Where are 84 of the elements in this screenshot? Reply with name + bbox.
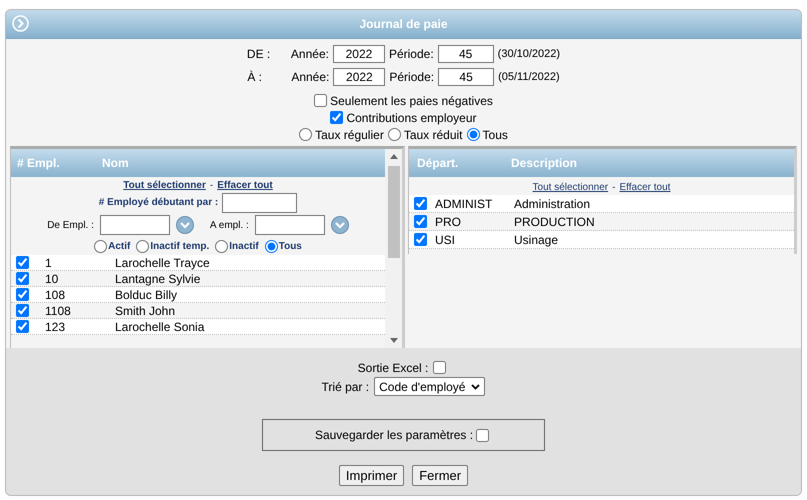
column-header: Nom (102, 156, 129, 170)
status-radio[interactable] (94, 240, 108, 252)
table-cell: Administration (514, 196, 590, 210)
column-header: # Empl. (16, 156, 61, 170)
excel-label: Sortie Excel : (358, 360, 428, 374)
row-checkbox[interactable] (16, 288, 29, 301)
period-field[interactable]: 45 (438, 68, 494, 86)
table-cell-text: 108 (44, 288, 66, 302)
rate-label: Taux régulier (315, 128, 384, 142)
table-cell: PRODUCTION (514, 214, 595, 228)
option-label: Contributions employeur (346, 110, 477, 124)
link-separator: - (612, 182, 616, 193)
table-cell-text: 1108 (44, 304, 72, 318)
table-cell: Lantagne Sylvie (115, 272, 200, 286)
print-button[interactable]: Imprimer (338, 465, 404, 486)
row-checkbox[interactable] (414, 197, 427, 210)
option-label: Seulement les paies négatives (330, 94, 493, 108)
window-title: Journal de paie (359, 17, 448, 31)
row-checkbox[interactable] (16, 256, 29, 269)
dropdown-chevron-icon[interactable] (176, 216, 194, 234)
save-checkbox[interactable] (476, 428, 490, 442)
sort-label: Trié par : (322, 380, 370, 394)
from-field[interactable] (100, 215, 170, 235)
year-field[interactable]: 2022 (332, 44, 385, 62)
status-radio[interactable] (264, 240, 278, 252)
save-label: Sauvegarder les paramètres : (314, 428, 474, 442)
period-label: Période: (388, 46, 434, 60)
table-cell: Usinage (514, 232, 558, 246)
from-label: De Empl. : (47, 220, 94, 230)
caret-icon (471, 384, 480, 390)
option-checkbox[interactable] (314, 94, 328, 107)
to-field[interactable] (254, 215, 325, 235)
period-date: (30/10/2022) (498, 48, 560, 60)
row-checkbox[interactable] (16, 272, 29, 285)
table-cell: Larochelle Sonia (115, 320, 204, 334)
table-cell-text: PRO (434, 214, 462, 228)
period-field[interactable]: 45 (438, 44, 494, 62)
rate-radio[interactable] (388, 128, 401, 141)
table-cell-text: USI (434, 232, 456, 246)
table-cell-text: ADMINIST (434, 196, 494, 210)
table-cell-text: 10 (44, 272, 60, 286)
period-label: Période: (389, 70, 434, 84)
status-label: Actif (108, 240, 130, 252)
table-cell: Larochelle Trayce (115, 256, 210, 270)
row-checkbox[interactable] (16, 320, 29, 333)
scroll-down-icon[interactable] (390, 338, 398, 343)
option-checkbox[interactable] (330, 111, 344, 124)
table-cell-text: 1 (44, 256, 53, 270)
period-label: DE : (246, 46, 272, 60)
sort-dropdown[interactable]: Code d'employé (374, 377, 486, 396)
status-radio[interactable] (215, 240, 228, 252)
clear-all-link[interactable]: Effacer tout (217, 180, 273, 191)
status-label: Tous (278, 240, 302, 252)
period-label: À : (247, 70, 263, 84)
column-header: Départ. (416, 156, 460, 170)
rate-radio[interactable] (299, 128, 312, 141)
to-label: A empl. : (210, 220, 249, 230)
rate-label: Taux réduit (404, 128, 463, 142)
starting-field[interactable] (222, 192, 298, 212)
clear-all-link[interactable]: Effacer tout (619, 182, 670, 193)
status-radio[interactable] (136, 240, 150, 252)
status-label: Inactif (229, 240, 259, 252)
table-cell: Smith John (115, 304, 176, 318)
select-all-link[interactable]: Tout sélectionner (123, 180, 206, 191)
column-header: Description (511, 156, 578, 170)
excel-checkbox[interactable] (433, 361, 446, 374)
year-label: Année: (291, 70, 330, 84)
period-date: (05/11/2022) (498, 70, 560, 82)
dropdown-chevron-icon[interactable] (330, 216, 349, 234)
year-field[interactable]: 2022 (333, 68, 386, 86)
link-separator: - (210, 180, 214, 191)
year-label: Année: (290, 46, 329, 60)
table-cell-text: 123 (44, 320, 66, 334)
scroll-up-icon[interactable] (390, 154, 398, 159)
starting-label: # Employé débutant par : (98, 197, 218, 208)
status-label: Inactif temp. (150, 240, 210, 252)
row-checkbox[interactable] (414, 215, 427, 228)
row-checkbox[interactable] (414, 233, 427, 246)
close-button[interactable]: Fermer (412, 465, 468, 486)
table-cell: Bolduc Billy (115, 288, 178, 302)
row-checkbox[interactable] (16, 304, 29, 317)
rate-radio[interactable] (466, 128, 480, 141)
select-all-link[interactable]: Tout sélectionner (532, 182, 608, 193)
rate-label: Tous (482, 128, 508, 142)
